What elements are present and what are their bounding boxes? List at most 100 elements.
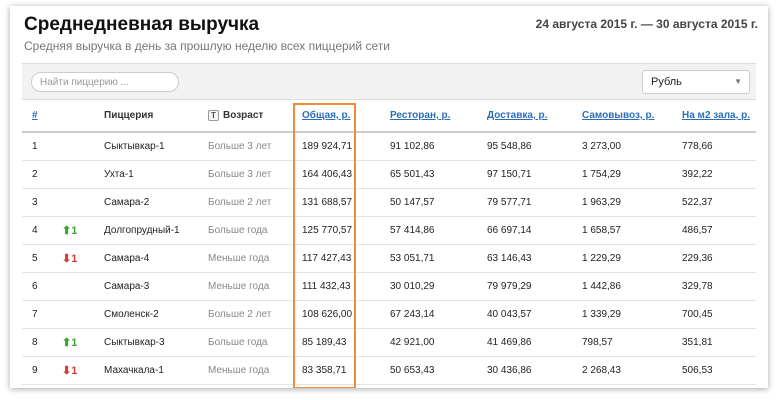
arrow-down-circle-icon: ⬇ — [62, 365, 72, 377]
rank-change-value: 1 — [71, 364, 78, 377]
currency-select[interactable]: Рубль ▼ — [642, 70, 750, 94]
column-header-age-label: Возраст — [223, 110, 264, 121]
rank-cell: 7 — [32, 309, 38, 320]
pizzeria-name-cell: Самара-4 — [104, 253, 150, 264]
per-m2-cell: 229,36 — [682, 253, 713, 264]
rank-cell: 9 — [32, 365, 38, 376]
delivery-cell: 40 043,57 — [487, 309, 532, 320]
delivery-cell: 95 548,86 — [487, 141, 532, 152]
rank-change-value: 1 — [71, 224, 78, 237]
table-row[interactable]: 9 ⬇ 1 Махачкала-1 Меньше года 83 358,71 50 653… — [22, 357, 756, 385]
total-cell: 125 770,57 — [302, 225, 353, 236]
pizzeria-name-cell: Сыктывкар-1 — [104, 141, 165, 152]
age-cell: Больше года — [208, 225, 268, 236]
per-m2-cell: 506,53 — [682, 365, 713, 376]
pickup-cell: 1 229,29 — [582, 253, 621, 264]
restaurant-cell: 67 243,14 — [390, 309, 435, 320]
restaurant-cell: 30 010,29 — [390, 281, 435, 292]
delivery-cell: 30 436,86 — [487, 365, 532, 376]
pizzeria-search-input[interactable] — [31, 72, 179, 92]
restaurant-cell: 91 102,86 — [390, 141, 435, 152]
table-row[interactable]: 5 ⬇ 1 Самара-4 Меньше года 117 427,43 53 051,7… — [22, 245, 756, 273]
restaurant-cell: 57 414,86 — [390, 225, 435, 236]
sort-by-total-link[interactable]: Общая, р. — [302, 110, 350, 121]
rank-cell: 1 — [32, 141, 38, 152]
restaurant-cell: 50 147,57 — [390, 197, 435, 208]
revenue-table: # Пиццерия T Возраст Общая, р. Ресторан,… — [22, 100, 756, 385]
pizzeria-name-cell: Самара-2 — [104, 197, 150, 208]
pickup-cell: 1 963,29 — [582, 197, 621, 208]
pizzeria-name-cell: Долгопрудный-1 — [104, 225, 180, 236]
rank-cell: 8 — [32, 337, 38, 348]
pizzeria-name-cell: Махачкала-1 — [104, 365, 164, 376]
pizzeria-name-cell: Самара-3 — [104, 281, 150, 292]
rank-cell: 6 — [32, 281, 38, 292]
total-cell: 85 189,43 — [302, 337, 347, 348]
pizzeria-name-cell: Ухта-1 — [104, 169, 134, 180]
age-cell: Меньше года — [208, 281, 270, 292]
currency-select-value: Рубль — [651, 76, 682, 88]
age-cell: Меньше года — [208, 253, 270, 264]
age-cell: Больше 3 лет — [208, 141, 272, 152]
restaurant-cell: 53 051,71 — [390, 253, 435, 264]
pickup-cell: 1 339,29 — [582, 309, 621, 320]
total-cell: 117 427,43 — [302, 253, 352, 264]
restaurant-cell: 42 921,00 — [390, 337, 435, 348]
pickup-cell: 1 754,29 — [582, 169, 621, 180]
total-cell: 83 358,71 — [302, 365, 347, 376]
column-header-pizzeria: Пиццерия — [104, 110, 154, 121]
rank-down-indicator: ⬇ 1 — [62, 245, 77, 272]
sort-by-per-m2-link[interactable]: На м2 зала, р. — [682, 110, 750, 121]
table-row[interactable]: 6 Самара-3 Меньше года 111 432,43 30 010,29 7… — [22, 273, 756, 301]
per-m2-cell: 392,22 — [682, 169, 713, 180]
column-header-age[interactable]: T Возраст — [208, 100, 263, 131]
delivery-cell: 79 979,29 — [487, 281, 532, 292]
age-cell: Меньше года — [208, 365, 270, 376]
table-row[interactable]: 8 ⬆ 1 Сыктывкар-3 Больше года 85 189,43 42 921… — [22, 329, 756, 357]
table-row[interactable]: 3 Самара-2 Больше 2 лет 131 688,57 50 147,57… — [22, 189, 756, 217]
per-m2-cell: 351,81 — [682, 337, 713, 348]
rank-up-indicator: ⬆ 1 — [62, 329, 77, 356]
date-range[interactable]: 24 августа 2015 г. — 30 августа 2015 г. — [536, 17, 758, 31]
page-title: Среднедневная выручка — [24, 14, 260, 35]
age-cell: Больше 2 лет — [208, 197, 272, 208]
pizzeria-name-cell: Сыктывкар-3 — [104, 337, 165, 348]
sort-by-restaurant-link[interactable]: Ресторан, р. — [390, 110, 450, 121]
sort-by-pickup-link[interactable]: Самовывоз, р. — [582, 110, 654, 121]
pickup-cell: 1 658,57 — [582, 225, 621, 236]
pickup-cell: 1 442,86 — [582, 281, 621, 292]
pickup-cell: 2 268,43 — [582, 365, 621, 376]
revenue-card: Среднедневная выручка Средняя выручка в … — [10, 6, 768, 388]
sort-by-rank-link[interactable]: # — [32, 110, 38, 121]
pizzeria-name-cell: Смоленск-2 — [104, 309, 159, 320]
table-row[interactable]: 4 ⬆ 1 Долгопрудный-1 Больше года 125 770,57 57… — [22, 217, 756, 245]
rank-cell: 3 — [32, 197, 38, 208]
page-subtitle: Средняя выручка в день за прошлую неделю… — [24, 39, 390, 53]
total-cell: 108 626,00 — [302, 309, 353, 320]
filter-toggle-icon[interactable]: T — [208, 110, 219, 121]
restaurant-cell: 65 501,43 — [390, 169, 435, 180]
per-m2-cell: 700,45 — [682, 309, 713, 320]
per-m2-cell: 329,78 — [682, 281, 713, 292]
rank-change-value: 1 — [71, 336, 78, 349]
table-row[interactable]: 2 Ухта-1 Больше 3 лет 164 406,43 65 501,43 97… — [22, 161, 756, 189]
per-m2-cell: 486,57 — [682, 225, 713, 236]
total-cell: 164 406,43 — [302, 169, 353, 180]
sort-by-delivery-link[interactable]: Доставка, р. — [487, 110, 547, 121]
chevron-down-icon: ▼ — [734, 77, 742, 86]
delivery-cell: 97 150,71 — [487, 169, 532, 180]
toolbar: Рубль ▼ — [22, 63, 756, 100]
delivery-cell: 63 146,43 — [487, 253, 532, 264]
rank-cell: 2 — [32, 169, 38, 180]
table-row[interactable]: 7 Смоленск-2 Больше 2 лет 108 626,00 67 243,… — [22, 301, 756, 329]
delivery-cell: 79 577,71 — [487, 197, 532, 208]
arrow-down-circle-icon: ⬇ — [62, 253, 72, 265]
rank-change-value: 1 — [71, 252, 78, 265]
delivery-cell: 41 469,86 — [487, 337, 532, 348]
table-row[interactable]: 1 Сыктывкар-1 Больше 3 лет 189 924,71 91 102… — [22, 133, 756, 161]
rank-cell: 5 — [32, 253, 38, 264]
delivery-cell: 66 697,14 — [487, 225, 532, 236]
per-m2-cell: 778,66 — [682, 141, 713, 152]
total-cell: 189 924,71 — [302, 141, 353, 152]
age-cell: Больше 3 лет — [208, 169, 272, 180]
